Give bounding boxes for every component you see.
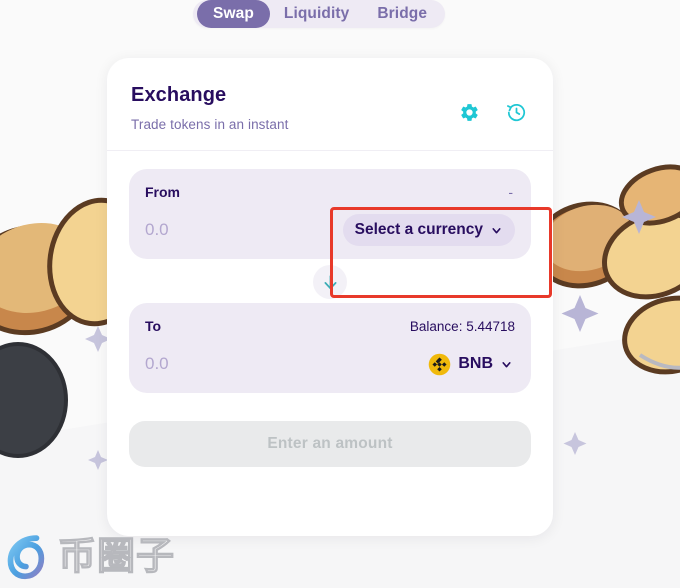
- select-currency-label: Select a currency: [354, 221, 483, 238]
- tab-liquidity[interactable]: Liquidity: [270, 4, 363, 24]
- from-amount-input[interactable]: [145, 220, 325, 240]
- to-panel: To Balance: 5.44718 0.0 BNB: [129, 303, 531, 393]
- tab-swap[interactable]: Swap: [197, 0, 270, 28]
- watermark: 币圈子: [4, 530, 175, 582]
- swap-arrow-container: [129, 265, 531, 299]
- from-panel: From - Select a currency: [129, 169, 531, 259]
- sparkle-icon: [563, 432, 587, 455]
- pancake-shape-right-cream-1: [602, 210, 680, 300]
- card-header: Exchange Trade tokens in an instant: [107, 58, 553, 151]
- enter-amount-button[interactable]: Enter an amount: [129, 421, 531, 467]
- select-currency-button[interactable]: Select a currency: [342, 214, 515, 246]
- gear-icon[interactable]: [459, 102, 480, 123]
- tab-bridge[interactable]: Bridge: [363, 4, 441, 24]
- sparkle-icon: [622, 200, 656, 234]
- sparkle-icon: [88, 450, 108, 470]
- header-actions: [459, 102, 527, 123]
- to-balance: Balance: 5.44718: [409, 318, 515, 334]
- to-label: To: [145, 318, 162, 334]
- swap-direction-button[interactable]: [313, 265, 347, 299]
- pancake-shape-left-dark: [0, 342, 68, 458]
- chevron-down-icon: [492, 227, 501, 233]
- to-currency-button[interactable]: BNB: [428, 348, 515, 380]
- chevron-down-icon: [502, 361, 511, 367]
- nav-tabbar: Swap Liquidity Bridge: [193, 0, 446, 28]
- card-body: From - Select a currency: [107, 151, 553, 467]
- pancake-shape-right-cream-2: [622, 295, 680, 375]
- to-amount-input[interactable]: [145, 354, 325, 374]
- to-currency-label: BNB: [458, 355, 493, 372]
- pancake-shape-right-top: [618, 164, 680, 226]
- sparkle-icon: [561, 295, 599, 332]
- pancake-shape-left-brown: [0, 223, 94, 336]
- watermark-text: 币圈子: [57, 534, 176, 578]
- watermark-logo-icon: [7, 535, 45, 580]
- exchange-card: Exchange Trade tokens in an instant From: [107, 58, 553, 536]
- history-icon[interactable]: [506, 102, 527, 123]
- from-label: From: [145, 184, 180, 200]
- from-balance: -: [508, 184, 513, 200]
- bnb-token-icon: [429, 353, 451, 375]
- arrow-down-icon: [323, 274, 337, 289]
